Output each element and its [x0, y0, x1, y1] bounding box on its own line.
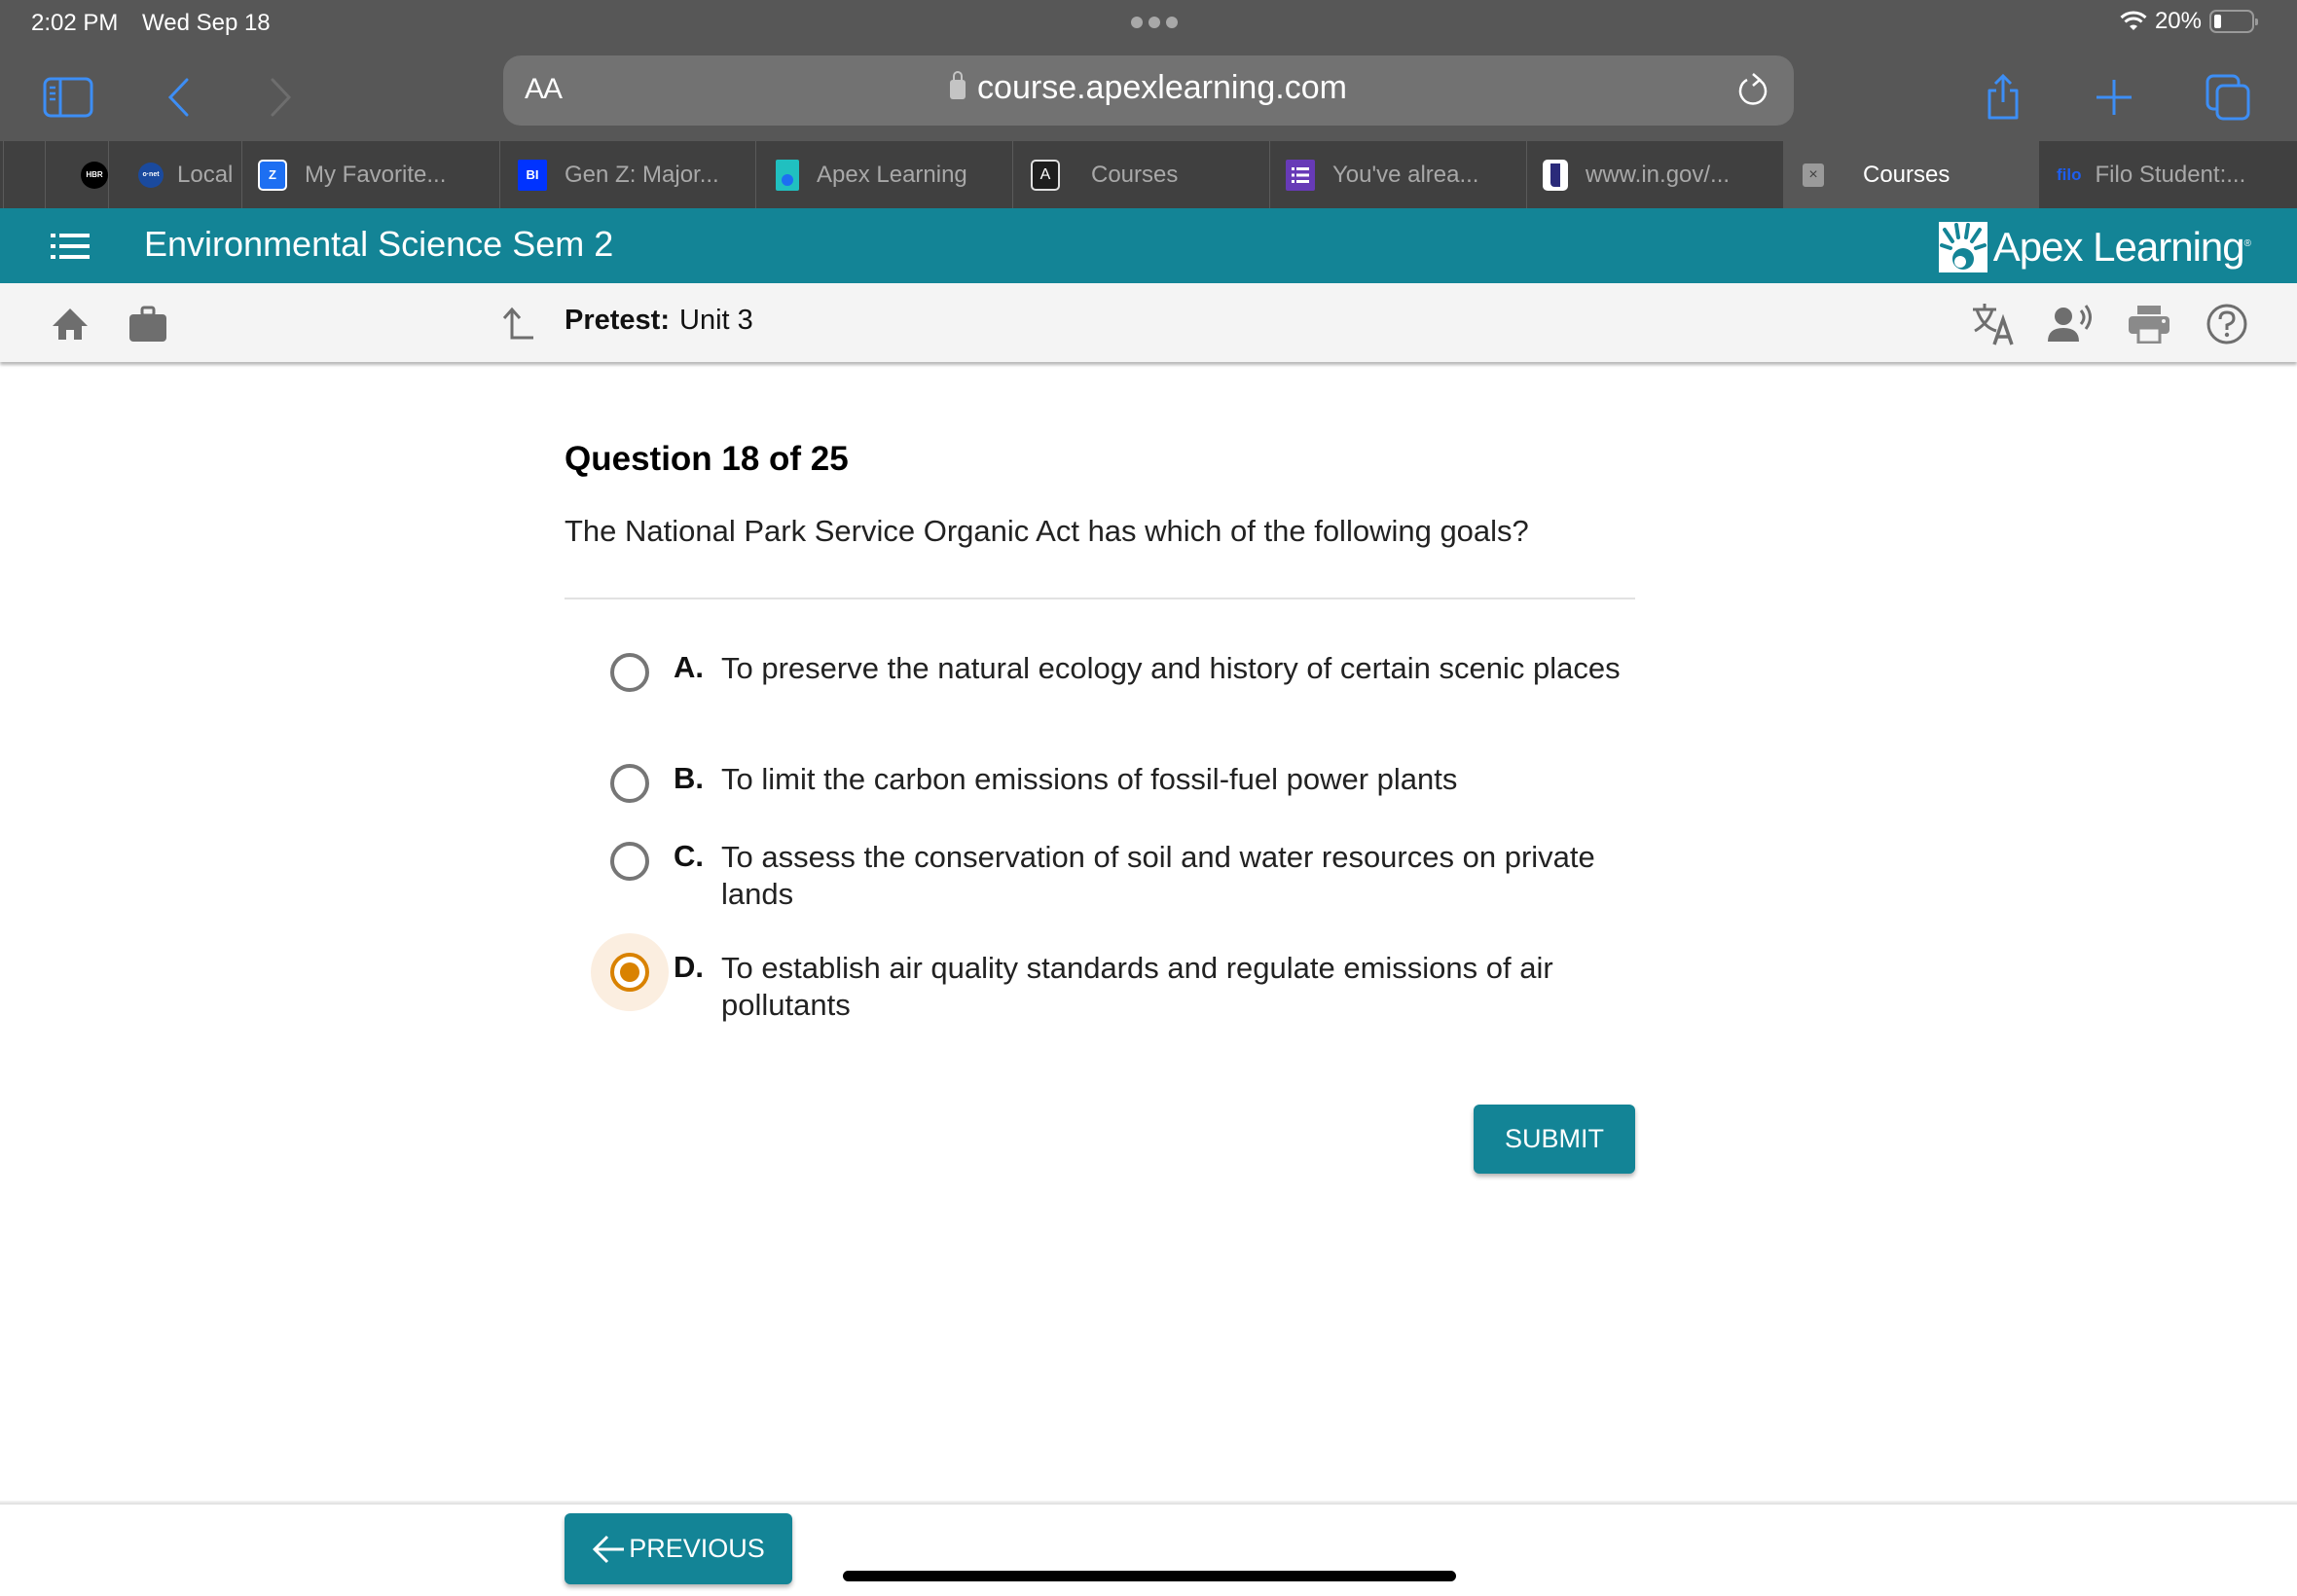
previous-label: PREVIOUS [629, 1534, 765, 1563]
status-bar: 2:02 PM Wed Sep 18 20% [0, 0, 2297, 54]
tab-label: My Favorite... [305, 161, 447, 188]
course-header: Environmental Science Sem 2 Apex Learnin… [0, 208, 2297, 283]
multitasking-dots-icon[interactable] [1131, 17, 1178, 28]
browser-tab[interactable]: filo Filo Student:... [2039, 141, 2297, 208]
hbr-icon: HBR [81, 161, 108, 189]
indiana-icon [1543, 159, 1568, 191]
tab-overview-icon[interactable] [2202, 70, 2256, 125]
option-text: To limit the carbon emissions of fossil-… [721, 762, 1458, 796]
back-icon[interactable] [152, 70, 206, 125]
apex-logo: Apex Learning® [1938, 222, 2251, 272]
briefcase-icon[interactable] [125, 301, 171, 347]
radio-button-checked[interactable] [610, 953, 649, 992]
bi-icon: BI [518, 159, 547, 191]
forms-icon [1286, 159, 1315, 191]
translate-icon[interactable] [1970, 301, 2017, 347]
option-text: To assess the conservation of soil and w… [721, 840, 1595, 911]
sidebar-toggle-icon[interactable] [41, 70, 95, 125]
radio-container[interactable] [591, 634, 669, 711]
breadcrumb-value: Unit 3 [679, 305, 753, 336]
course-menu-icon[interactable] [51, 232, 90, 261]
radio-container-selected[interactable] [591, 933, 669, 1011]
brand-text: Apex Learning [1992, 224, 2245, 270]
apex-logo-icon [1938, 222, 1987, 272]
url-value: course.apexlearning.com [977, 69, 1347, 106]
radio-container[interactable] [591, 822, 669, 900]
tab-label: You've alrea... [1332, 161, 1479, 188]
footer-divider [0, 1501, 2297, 1505]
filo-icon: filo [2057, 164, 2082, 184]
browser-tab[interactable]: BI Gen Z: Major... [499, 141, 755, 208]
browser-tab-active[interactable]: × Courses [1783, 141, 2039, 208]
tab-label: Gen Z: Major... [565, 161, 719, 188]
breadcrumb-label: Pretest: [565, 305, 670, 336]
new-tab-icon[interactable] [2087, 70, 2141, 125]
lock-icon [950, 71, 966, 99]
browser-tab-bar: HBR o·net Local Z My Favorite... BI Gen … [0, 141, 2297, 208]
up-level-icon[interactable] [494, 301, 541, 347]
onet-icon: o·net [138, 162, 164, 188]
tab-label: Local [177, 161, 234, 188]
browser-tab[interactable]: A Courses [1012, 141, 1269, 208]
status-date: Wed Sep 18 [142, 10, 271, 36]
question-number: Question 18 of 25 [565, 440, 849, 478]
url-text[interactable]: course.apexlearning.com [503, 69, 1794, 107]
previous-button[interactable]: PREVIOUS [565, 1513, 792, 1584]
close-tab-icon[interactable]: × [1803, 163, 1824, 187]
browser-tab[interactable]: o·net Local [108, 141, 241, 208]
tab-label: Courses [1863, 161, 1951, 188]
zillow-icon: Z [258, 159, 287, 191]
option-letter: C. [674, 839, 704, 873]
radio-button[interactable] [610, 842, 649, 881]
share-icon[interactable] [1976, 70, 2030, 125]
submit-button[interactable]: SUBMIT [1474, 1105, 1635, 1174]
a-icon: A [1031, 159, 1060, 191]
battery-percent: 20% [2154, 8, 2202, 34]
help-icon[interactable] [2204, 301, 2250, 347]
tab-label: Apex Learning [817, 161, 967, 188]
browser-toolbar: AA course.apexlearning.com [0, 54, 2297, 141]
option-letter: A. [674, 650, 704, 684]
option-letter: D. [674, 950, 704, 984]
tab-label: www.in.gov/... [1586, 161, 1731, 188]
course-title: Environmental Science Sem 2 [144, 224, 614, 264]
status-time: 2:02 PM [31, 10, 119, 36]
forward-icon[interactable] [253, 70, 308, 125]
option-text: To preserve the natural ecology and hist… [721, 651, 1621, 685]
question-divider [565, 598, 1635, 599]
radio-button[interactable] [610, 653, 649, 692]
home-indicator[interactable] [843, 1571, 1456, 1581]
tab-label: Courses [1091, 161, 1179, 188]
text-to-speech-icon[interactable] [2048, 301, 2095, 347]
browser-tab[interactable]: HBR [45, 141, 108, 208]
reload-icon[interactable] [1733, 71, 1772, 110]
browser-tab[interactable] [3, 141, 45, 208]
browser-tab[interactable]: Apex Learning [755, 141, 1012, 208]
browser-tab[interactable]: Z My Favorite... [241, 141, 499, 208]
browser-tab[interactable]: www.in.gov/... [1526, 141, 1783, 208]
apex-icon [776, 159, 799, 191]
battery-icon [2209, 10, 2258, 33]
question-prompt: The National Park Service Organic Act ha… [565, 514, 1529, 548]
home-icon[interactable] [47, 301, 93, 347]
radio-container[interactable] [591, 744, 669, 822]
radio-button[interactable] [610, 764, 649, 803]
activity-toolbar: Pretest: Unit 3 [0, 283, 2297, 362]
tab-label: Filo Student:... [2095, 161, 2246, 188]
option-letter: B. [674, 761, 704, 795]
option-text: To establish air quality standards and r… [721, 951, 1553, 1022]
address-bar[interactable]: AA course.apexlearning.com [503, 55, 1794, 126]
arrow-left-icon [593, 1535, 625, 1563]
wifi-icon [2120, 11, 2147, 30]
breadcrumb: Pretest: Unit 3 [565, 305, 753, 337]
browser-tab[interactable]: You've alrea... [1269, 141, 1526, 208]
print-icon[interactable] [2126, 301, 2172, 347]
brand-name: Apex Learning® [1992, 224, 2251, 270]
